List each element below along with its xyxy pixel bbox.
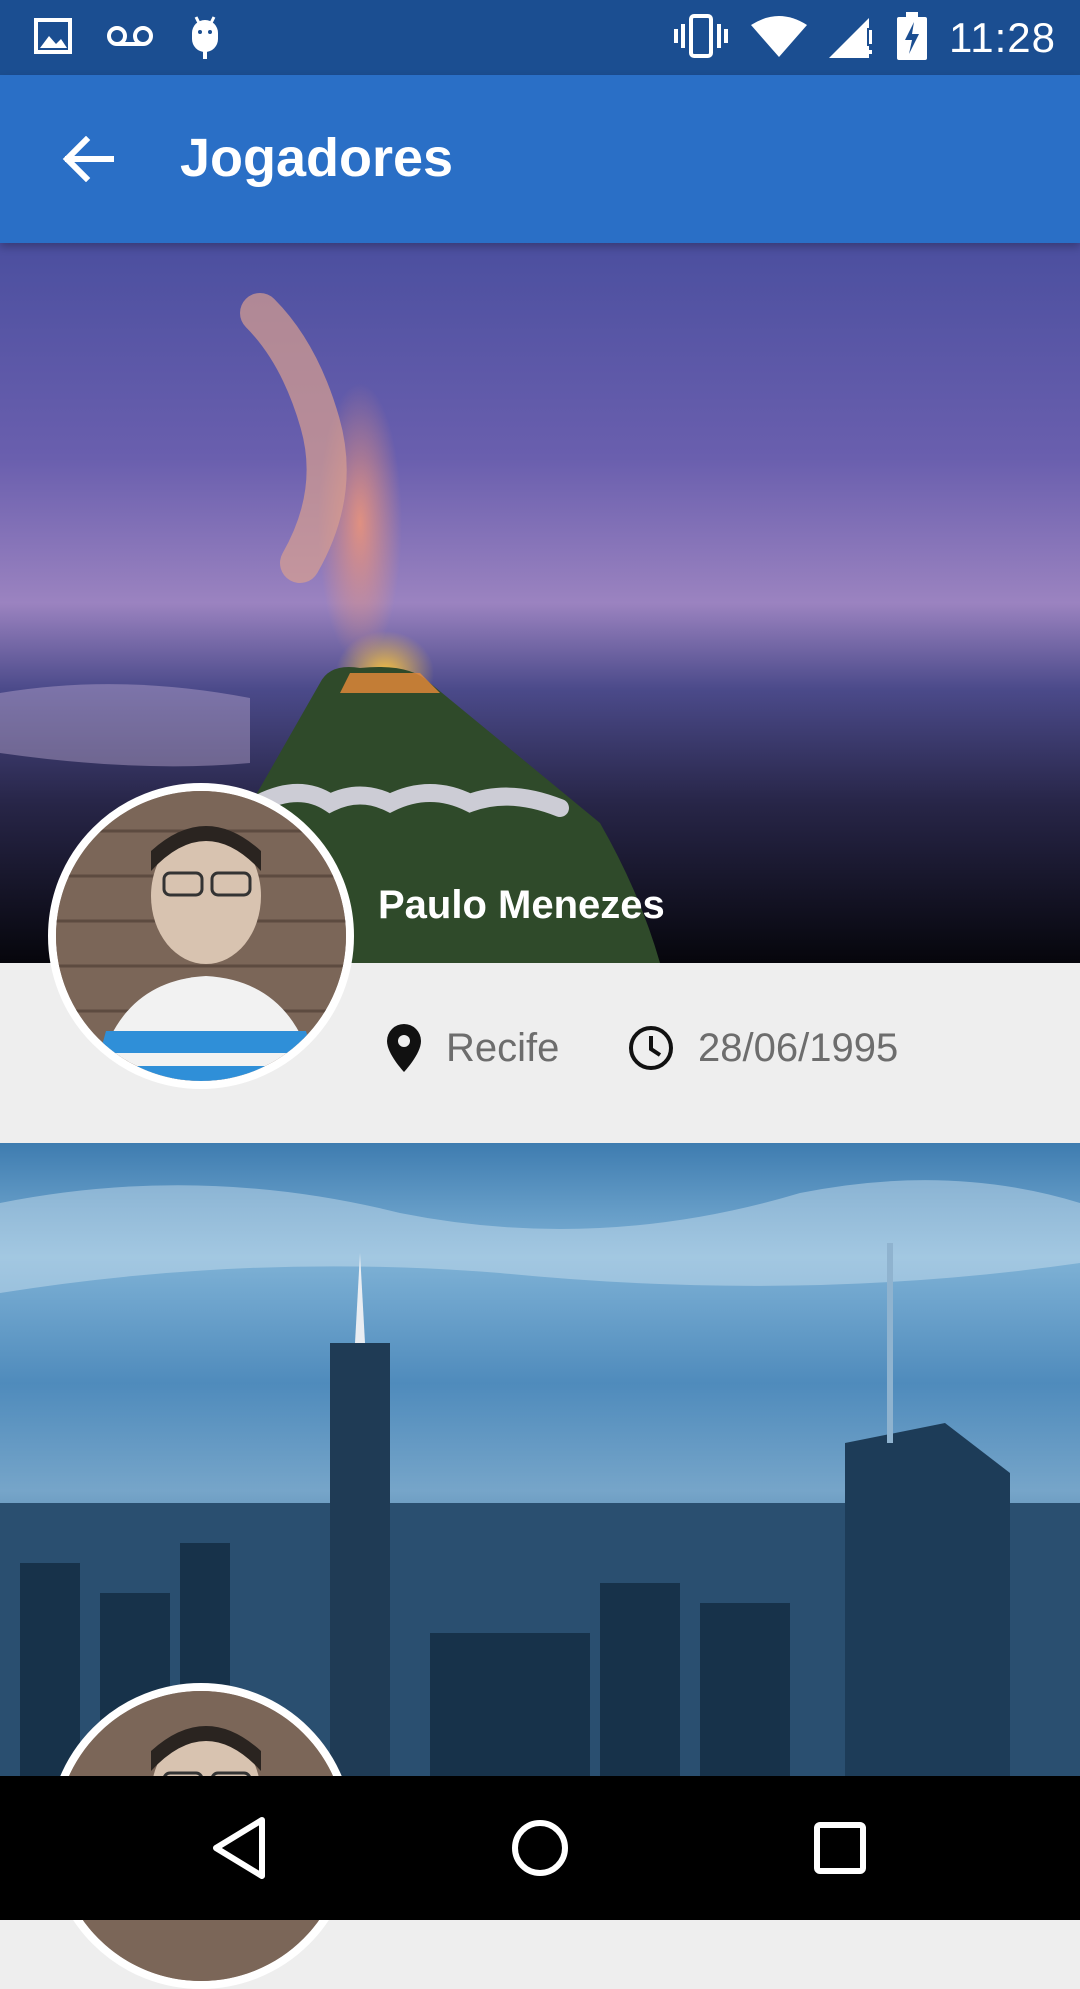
battery-charging-icon [897,12,927,64]
player-city: Recife [386,1013,559,1083]
nav-home-button[interactable] [498,1806,582,1890]
app-bar: Jogadores [0,75,1080,243]
home-circle-icon [512,1820,568,1876]
city-label: Recife [446,1025,560,1070]
image-icon [34,18,72,58]
avatar [48,783,354,1089]
vibrate-icon [673,14,729,62]
nav-back-button[interactable] [198,1806,282,1890]
voicemail-icon [106,24,154,52]
back-button[interactable] [48,119,128,199]
status-bar: 11:28 [0,0,1080,75]
arrow-back-icon [62,136,114,182]
location-pin-icon [387,1024,421,1072]
player-card[interactable] [0,1143,1080,1989]
navigation-bar [0,1776,1080,1920]
player-name: Paulo Menezes [378,883,665,927]
player-card[interactable]: Paulo Menezes Recife 28/06/1995 [0,243,1080,1143]
wifi-icon [751,15,807,61]
signal-icon [829,14,875,62]
status-clock: 11:28 [949,14,1056,61]
cover-image [0,1143,1080,1776]
birth-date-label: 28/06/1995 [698,1025,899,1070]
nav-recents-button[interactable] [798,1806,882,1890]
clock-icon [629,1026,673,1070]
page-title: Jogadores [180,128,454,188]
player-birth-date: 28/06/1995 [628,1013,898,1083]
android-debug-icon [188,13,222,63]
recents-square-icon [814,1822,866,1874]
back-triangle-icon [213,1817,265,1879]
